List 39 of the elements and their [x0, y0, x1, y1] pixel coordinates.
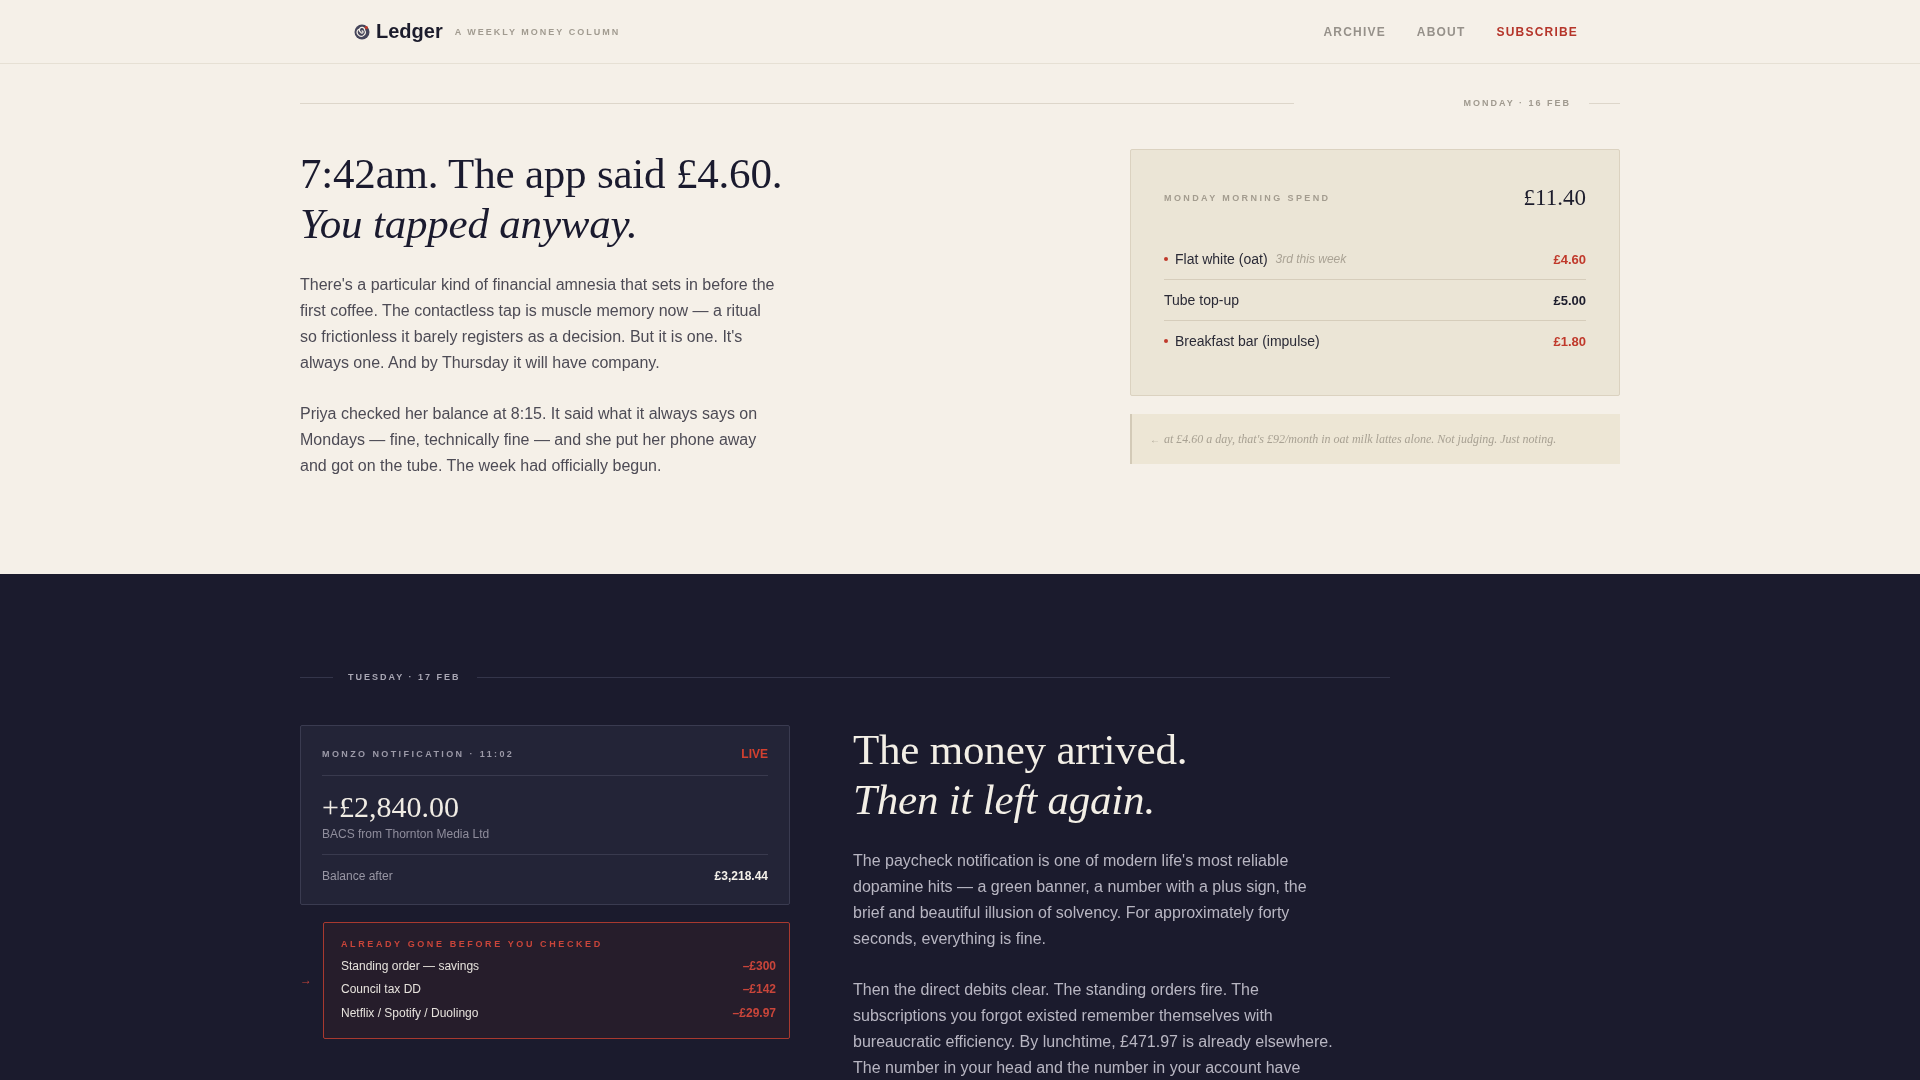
article-paragraph: There's a particular kind of financial amnesia that sets in before the first coffee. The contactless tap is muscle memory now — a ritual so frictionless it barely registers as a decision. But it is one. It's always one. And by Thursday it will have company. — [300, 275, 776, 373]
site-tagline: A WEEKLY MONEY COLUMN — [454, 26, 621, 37]
article-headline: 7:42am. The app said £4.60. You tapped anyway. — [300, 149, 784, 249]
deduction-amount: –£300 — [742, 958, 776, 973]
item-note: 3rd this week — [1275, 252, 1347, 266]
item-amount: £1.80 — [1553, 333, 1586, 349]
card-label: MONDAY MORNING SPEND — [1164, 193, 1331, 203]
deduction-name: Netflix / Spotify / Duolingo — [341, 1005, 479, 1020]
nav-link[interactable]: SUBSCRIBE — [1496, 24, 1578, 39]
arrow-mark: → — [300, 973, 313, 988]
article-headline: The money arrived. Then it left again. — [853, 725, 1189, 825]
item-name: Tube top-up — [1164, 292, 1239, 308]
article-paragraph: The paycheck notification is one of modern life's most reliable dopamine hits — a green banner, a number with a plus sign, the brief and beautiful illusion of solvency. For approximately forty seconds, everything is fine. — [853, 851, 1308, 949]
item-amount: £4.60 — [1553, 251, 1586, 267]
balance-amount: £3,218.44 — [714, 869, 768, 883]
live-status: LIVE — [741, 747, 768, 761]
nav-link[interactable]: ABOUT — [1416, 24, 1466, 39]
note-text: at £4.60 a day, that's £92/month in oat milk lattes alone. Not judging. Just noting. — [1164, 431, 1557, 447]
swirl-icon — [354, 23, 370, 40]
nav-link[interactable]: ARCHIVE — [1323, 24, 1386, 39]
date-label: TUESDAY · 17 FEB — [348, 672, 461, 682]
item-name: Breakfast bar (impulse) — [1175, 333, 1320, 349]
balance-label: Balance after — [322, 869, 393, 883]
article-paragraph: Then the direct debits clear. The standing orders fire. The subscriptions you forgot existed remember themselves with bureaucratic efficiency. By lunchtime, £471.97 is already elsewhere. The number in your head and the number in your account have — [853, 980, 1334, 1078]
deduction-name: Standing order — savings — [341, 958, 480, 973]
credit-amount: +£2,840.00 — [322, 790, 460, 824]
total-amount: £11.40 — [1523, 185, 1586, 211]
notification-label: MONZO NOTIFICATION · 11:02 — [322, 749, 515, 759]
site-logo[interactable]: Ledger — [376, 20, 443, 43]
deduction-amount: –£142 — [742, 982, 776, 997]
item-name: Flat white (oat) — [1175, 251, 1268, 267]
deduction-amount: –£29.97 — [732, 1005, 776, 1020]
date-label: MONDAY · 16 FEB — [1463, 98, 1571, 108]
arrow-mark: ← — [1150, 433, 1160, 445]
payment-source: BACS from Thornton Media Ltd — [322, 826, 491, 842]
deductions-title: ALREADY GONE BEFORE YOU CHECKED — [341, 939, 604, 949]
item-amount: £5.00 — [1553, 292, 1586, 308]
article-paragraph: Priya checked her balance at 8:15. It said what it always says on Mondays — fine, technically fine — and she put her phone away and got on the tube. The week had officially begun. — [300, 404, 759, 476]
deduction-name: Council tax DD — [341, 982, 422, 997]
